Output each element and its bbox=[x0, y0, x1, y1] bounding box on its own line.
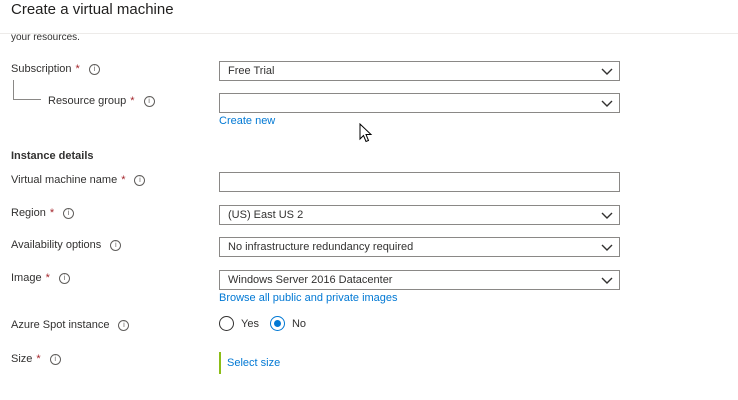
required-marker: * bbox=[36, 353, 41, 365]
spot-label-text: Azure Spot instance bbox=[11, 319, 110, 331]
region-label-text: Region bbox=[11, 207, 46, 219]
info-icon[interactable]: i bbox=[49, 353, 61, 365]
resource-group-dropdown[interactable] bbox=[219, 93, 620, 113]
resource-group-label: Resource group * i bbox=[48, 95, 155, 107]
subscription-label-text: Subscription bbox=[11, 63, 72, 75]
size-label-text: Size bbox=[11, 353, 33, 365]
region-dropdown[interactable]: (US) East US 2 bbox=[219, 205, 620, 225]
image-value: Windows Server 2016 Datacenter bbox=[228, 274, 393, 286]
mouse-pointer-icon bbox=[359, 123, 373, 143]
info-icon[interactable]: i bbox=[110, 239, 122, 251]
info-icon[interactable]: i bbox=[118, 319, 130, 331]
region-label: Region * i bbox=[11, 207, 75, 219]
spot-no-radio[interactable] bbox=[269, 316, 285, 331]
vm-name-label-text: Virtual machine name bbox=[11, 174, 118, 186]
size-label: Size * i bbox=[11, 353, 61, 365]
vm-name-label: Virtual machine name * i bbox=[11, 174, 146, 186]
subscription-label: Subscription * i bbox=[11, 63, 100, 75]
spot-yes-radio[interactable] bbox=[219, 316, 234, 331]
tree-connector bbox=[13, 80, 41, 100]
chevron-down-icon bbox=[601, 212, 613, 219]
chevron-down-icon bbox=[601, 277, 613, 284]
required-marker: * bbox=[49, 207, 55, 219]
region-value: (US) East US 2 bbox=[228, 209, 304, 221]
size-accent-bar bbox=[219, 352, 221, 374]
header-divider bbox=[0, 33, 738, 34]
required-marker: * bbox=[121, 174, 126, 186]
chevron-down-icon bbox=[601, 100, 613, 107]
required-marker: * bbox=[45, 272, 50, 284]
availability-label: Availability options i bbox=[11, 239, 122, 251]
vm-name-input[interactable] bbox=[219, 172, 620, 192]
spot-label: Azure Spot instance i bbox=[11, 319, 130, 331]
spot-yes-label[interactable]: Yes bbox=[241, 318, 259, 330]
info-icon[interactable]: i bbox=[88, 63, 100, 75]
required-marker: * bbox=[75, 63, 80, 75]
subscription-dropdown[interactable]: Free Trial bbox=[219, 61, 620, 81]
availability-dropdown[interactable]: No infrastructure redundancy required bbox=[219, 237, 620, 257]
select-size-link[interactable]: Select size bbox=[227, 357, 280, 369]
required-marker: * bbox=[130, 95, 135, 107]
chevron-down-icon bbox=[601, 68, 613, 75]
availability-label-text: Availability options bbox=[11, 239, 102, 251]
resource-group-label-text: Resource group bbox=[48, 95, 127, 107]
browse-images-link[interactable]: Browse all public and private images bbox=[219, 292, 398, 304]
spot-radio-group: Yes No bbox=[219, 316, 317, 331]
image-dropdown[interactable]: Windows Server 2016 Datacenter bbox=[219, 270, 620, 290]
chevron-down-icon bbox=[601, 244, 613, 251]
instance-details-heading: Instance details bbox=[11, 150, 94, 162]
subscription-value: Free Trial bbox=[228, 65, 275, 77]
info-icon[interactable]: i bbox=[63, 207, 75, 219]
info-icon[interactable]: i bbox=[134, 174, 146, 186]
availability-value: No infrastructure redundancy required bbox=[228, 241, 414, 253]
create-new-link[interactable]: Create new bbox=[219, 115, 275, 127]
page-title: Create a virtual machine bbox=[11, 1, 174, 18]
spot-no-label[interactable]: No bbox=[292, 318, 306, 330]
image-label: Image * i bbox=[11, 272, 70, 284]
info-icon[interactable]: i bbox=[143, 95, 155, 107]
info-icon[interactable]: i bbox=[58, 272, 70, 284]
image-label-text: Image bbox=[11, 272, 42, 284]
